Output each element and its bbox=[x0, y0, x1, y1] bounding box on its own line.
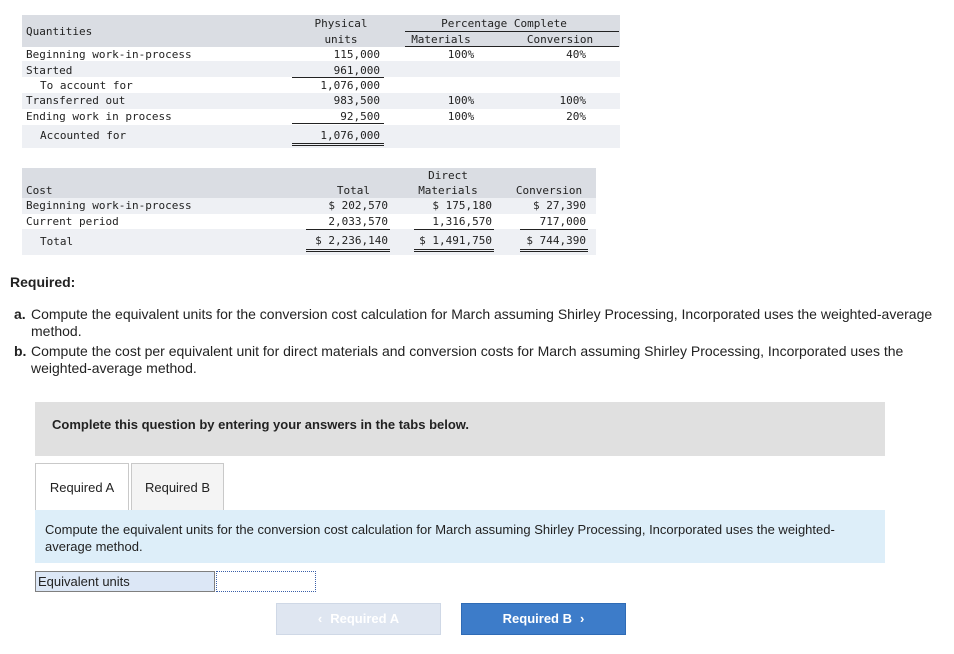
units-cell: 1,076,000 bbox=[320, 79, 380, 92]
units-cell: 92,500 bbox=[340, 110, 380, 123]
units-cell: 115,000 bbox=[333, 48, 380, 61]
direct-materials-header: Direct bbox=[428, 169, 468, 182]
required-a-label: a. bbox=[14, 306, 26, 322]
physical-units-header: Physical bbox=[314, 17, 368, 30]
materials-header: Materials bbox=[411, 33, 471, 46]
direct-materials-header: Materials bbox=[418, 184, 478, 197]
cost-header-label: Cost bbox=[26, 184, 53, 197]
total-cell: $ 2,236,140 bbox=[315, 234, 388, 247]
chevron-right-icon: › bbox=[580, 611, 585, 626]
tab-required-a[interactable]: Required A bbox=[35, 463, 129, 511]
conversion-cell: 40% bbox=[566, 48, 586, 61]
previous-required-a-button[interactable]: ‹ Required A bbox=[276, 603, 441, 635]
conversion-header: Conversion bbox=[515, 184, 583, 197]
total-underline bbox=[306, 229, 390, 230]
materials-cell: 100% bbox=[447, 110, 475, 123]
tab-panel-instruction: Compute the equivalent units for the con… bbox=[35, 510, 885, 563]
double-underline bbox=[292, 143, 384, 146]
quantities-header-label: Quantities bbox=[26, 25, 93, 38]
materials-cell: 100% bbox=[447, 48, 475, 61]
total-cell: 2,033,570 bbox=[328, 215, 388, 228]
row-label: Current period bbox=[26, 215, 119, 228]
tab-required-b[interactable]: Required B bbox=[131, 463, 224, 511]
conversion-cell: 100% bbox=[559, 94, 587, 107]
required-b-text: Compute the cost per equivalent unit for… bbox=[31, 343, 904, 376]
equivalent-units-label: Equivalent units bbox=[35, 571, 215, 592]
required-a-text: Compute the equivalent units for the con… bbox=[31, 306, 933, 339]
units-cell: 961,000 bbox=[333, 64, 380, 77]
materials-cell: 1,316,570 bbox=[432, 215, 492, 228]
total-underline bbox=[414, 229, 494, 230]
total-underline bbox=[292, 77, 384, 78]
row-label: Transferred out bbox=[26, 94, 126, 107]
conversion-cell: 20% bbox=[566, 110, 586, 123]
row-label: To account for bbox=[40, 79, 133, 92]
equivalent-units-input[interactable] bbox=[216, 571, 316, 592]
required-heading: Required: bbox=[10, 274, 76, 290]
row-label: Started bbox=[26, 64, 73, 77]
percentage-complete-header: Percentage Complete bbox=[441, 17, 567, 30]
physical-units-header: units bbox=[324, 33, 358, 46]
total-cell: $ 202,570 bbox=[328, 199, 388, 212]
total-header: Total bbox=[336, 184, 370, 197]
total-underline bbox=[292, 123, 384, 124]
conversion-cell: 717,000 bbox=[539, 215, 586, 228]
conversion-cell: $ 27,390 bbox=[533, 199, 586, 212]
row-label: Ending work in process bbox=[26, 110, 172, 123]
double-underline bbox=[414, 249, 494, 252]
row-label: Beginning work-in-process bbox=[26, 48, 192, 61]
units-cell: 983,500 bbox=[333, 94, 380, 107]
conversion-header: Conversion bbox=[526, 33, 594, 46]
instruction-banner: Complete this question by entering your … bbox=[35, 402, 885, 456]
double-underline bbox=[520, 249, 588, 252]
previous-button-label: Required A bbox=[330, 611, 400, 626]
required-b-label: b. bbox=[14, 343, 27, 359]
materials-cell: 100% bbox=[447, 94, 475, 107]
materials-cell: $ 1,491,750 bbox=[419, 234, 492, 247]
header-underline bbox=[405, 46, 619, 47]
next-button-label: Required B bbox=[502, 611, 572, 626]
row-label: Total bbox=[40, 235, 74, 248]
header-underline bbox=[405, 31, 619, 32]
units-cell: 1,076,000 bbox=[320, 129, 380, 142]
chevron-left-icon: ‹ bbox=[317, 611, 323, 626]
quantities-table: Quantities Physical units Percentage Com… bbox=[22, 15, 620, 148]
materials-cell: $ 175,180 bbox=[432, 199, 492, 212]
double-underline bbox=[306, 249, 390, 252]
conversion-cell: $ 744,390 bbox=[526, 234, 586, 247]
row-label: Accounted for bbox=[40, 129, 127, 142]
total-underline bbox=[520, 229, 588, 230]
next-required-b-button[interactable]: Required B › bbox=[461, 603, 626, 635]
row-label: Beginning work-in-process bbox=[26, 199, 192, 212]
cost-table: Cost Total Direct Materials Conversion B… bbox=[22, 168, 596, 255]
